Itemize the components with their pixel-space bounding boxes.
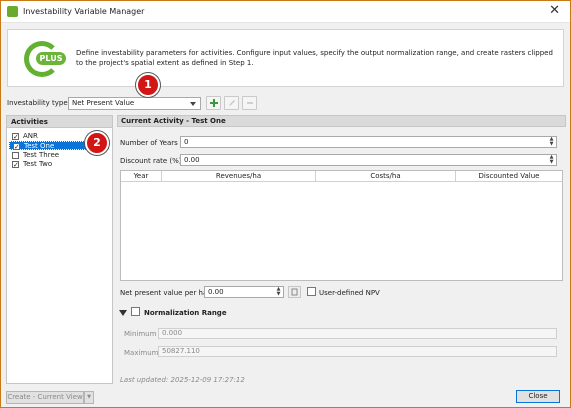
investability-type-select[interactable]: Net Present Value (68, 97, 201, 110)
column-header-costs[interactable]: Costs/ha (316, 171, 456, 182)
column-header-discounted-value[interactable]: Discounted Value (456, 171, 562, 182)
activity-checkbox[interactable]: ✓ (12, 133, 19, 141)
maximum-field[interactable]: 50827.110 (158, 346, 557, 357)
copy-npv-button[interactable] (288, 286, 301, 298)
activities-heading: Activities (7, 116, 112, 128)
activity-label: Test Two (23, 160, 53, 168)
maximum-label: Maximum (124, 349, 159, 357)
column-header-year[interactable]: Year (121, 171, 162, 182)
normalization-checkbox[interactable] (131, 307, 140, 316)
delete-button[interactable] (242, 96, 257, 110)
current-activity-heading: Current Activity - Test One (117, 115, 566, 127)
last-updated-text: Last updated: 2025-12-09 17:27:12 (120, 376, 245, 384)
activity-checkbox[interactable]: ✓ (13, 143, 20, 151)
activities-panel: Activities ✓ ANR ✓ Test One Test Three ✓… (6, 115, 113, 384)
maximum-value: 50827.110 (162, 347, 200, 355)
annotation-badge-2: 2 (85, 131, 109, 155)
investability-manager-window: Investability Variable Manager ✕ PLUS De… (0, 0, 571, 408)
current-activity-panel: Current Activity - Test One Number of Ye… (117, 115, 566, 384)
app-icon (7, 6, 18, 17)
npv-label: Net present value per ha (120, 289, 208, 297)
copy-icon (291, 288, 298, 296)
header-banner: PLUS Define investability parameters for… (7, 29, 564, 87)
activity-checkbox[interactable]: ✓ (12, 161, 19, 169)
years-label: Number of Years (120, 139, 178, 147)
banner-description: Define investability parameters for acti… (76, 49, 553, 67)
edit-button[interactable] (224, 96, 239, 110)
cash-flow-table[interactable]: Year Revenues/ha Costs/ha Discounted Val… (120, 170, 563, 281)
years-value: 0 (184, 138, 189, 146)
delete-icon (247, 102, 253, 104)
activity-item-test-two[interactable]: ✓ Test Two (9, 160, 109, 169)
edit-icon (229, 100, 235, 106)
normalization-range-label: Normalization Range (144, 309, 227, 317)
cplus-logo: PLUS (22, 39, 66, 79)
minimum-value: 0.000 (162, 329, 183, 337)
add-button[interactable] (206, 96, 221, 110)
discount-rate-label: Discount rate (%) (120, 157, 182, 165)
user-defined-npv-label: User-defined NPV (319, 289, 380, 297)
user-defined-npv-checkbox[interactable] (307, 287, 316, 296)
logo-text: PLUS (36, 52, 66, 65)
discount-rate-value: 0.00 (184, 156, 200, 164)
create-dropdown-button[interactable]: ▼ (84, 391, 94, 404)
npv-spinbox[interactable]: 0.00 ▲ ▼ (204, 286, 284, 298)
spin-arrows-icon[interactable]: ▲ ▼ (275, 287, 282, 297)
minimum-field[interactable]: 0.000 (158, 328, 557, 339)
window-title: Investability Variable Manager (23, 7, 145, 16)
activity-label: ANR (23, 132, 38, 140)
years-spinbox[interactable]: 0 ▲ ▼ (180, 136, 557, 148)
add-icon (210, 99, 218, 107)
close-window-icon[interactable]: ✕ (549, 4, 560, 18)
annotation-badge-1: 1 (136, 73, 160, 97)
column-header-revenues[interactable]: Revenues/ha (162, 171, 316, 182)
investability-type-value: Net Present Value (72, 99, 135, 107)
spin-arrows-icon[interactable]: ▲ ▼ (548, 155, 555, 165)
title-bar: Investability Variable Manager ✕ (1, 1, 570, 23)
activity-label: Test One (24, 142, 55, 150)
npv-value: 0.00 (208, 288, 224, 296)
collapse-arrow-icon[interactable] (119, 310, 127, 316)
minimum-label: Minimum (124, 330, 157, 338)
discount-rate-spinbox[interactable]: 0.00 ▲ ▼ (180, 154, 557, 166)
chevron-down-icon (190, 102, 196, 106)
spin-arrows-icon[interactable]: ▲ ▼ (548, 137, 555, 147)
create-current-view-button[interactable]: Create - Current View (6, 391, 84, 404)
activity-checkbox[interactable] (12, 152, 19, 159)
investability-type-label: Investability type: (7, 99, 71, 107)
close-button[interactable]: Close (516, 390, 560, 403)
activity-label: Test Three (23, 151, 60, 159)
